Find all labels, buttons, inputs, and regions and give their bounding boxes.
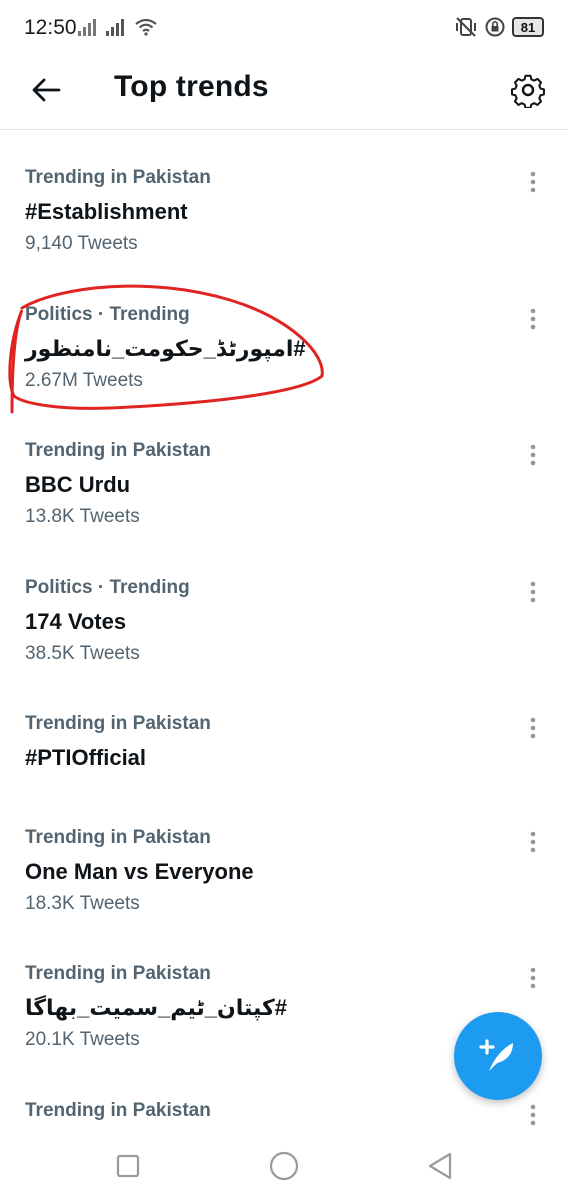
status-bar: 12:50 81	[0, 0, 568, 56]
signal-icon	[106, 19, 124, 36]
more-vertical-icon	[530, 967, 536, 989]
trend-item[interactable]: Trending in Pakistan	[0, 1100, 568, 1130]
page-title: Top trends	[114, 70, 269, 103]
trend-tweet-count: 18.3K Tweets	[25, 893, 140, 914]
trend-context: Politics · Trending	[25, 577, 190, 598]
trend-name: BBC Urdu	[25, 472, 131, 497]
trend-item[interactable]: Trending in Pakistan #PTIOfficial	[0, 713, 568, 803]
lock-rotation-icon	[485, 17, 505, 37]
trend-tweet-count: 13.8K Tweets	[25, 506, 140, 527]
trend-context: Trending in Pakistan	[25, 713, 211, 734]
trend-tweet-count: 9,140 Tweets	[25, 233, 138, 254]
more-options-button[interactable]	[520, 306, 546, 332]
more-vertical-icon	[530, 308, 536, 330]
trend-context: Trending in Pakistan	[25, 963, 211, 984]
trend-item[interactable]: Trending in Pakistan One Man vs Everyone…	[0, 827, 568, 937]
system-nav-bar	[0, 1130, 568, 1200]
recents-button[interactable]	[108, 1146, 148, 1186]
more-options-button[interactable]	[520, 442, 546, 468]
more-options-button[interactable]	[520, 965, 546, 991]
gear-icon	[511, 74, 545, 108]
home-icon	[269, 1151, 299, 1181]
status-icons-left	[78, 18, 158, 36]
app-header: Top trends	[0, 56, 568, 130]
more-options-button[interactable]	[520, 715, 546, 741]
more-options-button[interactable]	[520, 829, 546, 855]
wifi-icon	[135, 18, 157, 36]
trend-tweet-count: 2.67M Tweets	[25, 370, 143, 391]
more-vertical-icon	[530, 1104, 536, 1126]
trend-name: 174 Votes	[25, 609, 127, 634]
more-vertical-icon	[530, 444, 536, 466]
trend-tweet-count: 20.1K Tweets	[25, 1029, 140, 1050]
trend-context: Trending in Pakistan	[25, 1100, 211, 1121]
trend-item[interactable]: Politics · Trending #امپورٹڈ_حکومت_نامنظ…	[0, 304, 568, 414]
more-options-button[interactable]	[520, 169, 546, 195]
trend-item[interactable]: Trending in Pakistan #Establishment 9,14…	[0, 167, 568, 277]
recents-icon	[116, 1154, 140, 1178]
trend-name: #امپورٹڈ_حکومت_نامنظور	[25, 336, 306, 361]
trend-name: #Establishment	[25, 199, 188, 224]
trend-name: #کپتان_ٹیم_سمیت_بھاگا	[25, 995, 287, 1020]
arrow-left-icon	[32, 78, 61, 102]
vibrate-off-icon	[456, 17, 476, 37]
home-button[interactable]	[264, 1146, 304, 1186]
battery-icon: 81	[512, 17, 544, 37]
compose-tweet-button[interactable]	[454, 1012, 542, 1100]
status-time: 12:50	[24, 16, 77, 39]
more-vertical-icon	[530, 831, 536, 853]
back-icon	[428, 1152, 452, 1180]
compose-tweet-icon	[479, 1039, 513, 1071]
trend-item[interactable]: Trending in Pakistan BBC Urdu 13.8K Twee…	[0, 440, 568, 550]
system-back-button[interactable]	[420, 1146, 460, 1186]
trend-name: One Man vs Everyone	[25, 859, 254, 884]
trend-context: Politics · Trending	[25, 304, 190, 325]
trend-name: #PTIOfficial	[25, 745, 147, 770]
more-options-button[interactable]	[520, 1102, 546, 1128]
more-vertical-icon	[530, 581, 536, 603]
signal-icon	[78, 19, 96, 36]
back-button[interactable]	[26, 70, 66, 110]
trend-tweet-count: 38.5K Tweets	[25, 643, 140, 664]
trend-item[interactable]: Politics · Trending 174 Votes 38.5K Twee…	[0, 577, 568, 687]
more-options-button[interactable]	[520, 579, 546, 605]
status-icons-right: 81	[454, 16, 544, 38]
more-vertical-icon	[530, 171, 536, 193]
more-vertical-icon	[530, 717, 536, 739]
settings-button[interactable]	[506, 68, 550, 112]
trend-context: Trending in Pakistan	[25, 440, 211, 461]
trend-context: Trending in Pakistan	[25, 827, 211, 848]
trend-context: Trending in Pakistan	[25, 167, 211, 188]
